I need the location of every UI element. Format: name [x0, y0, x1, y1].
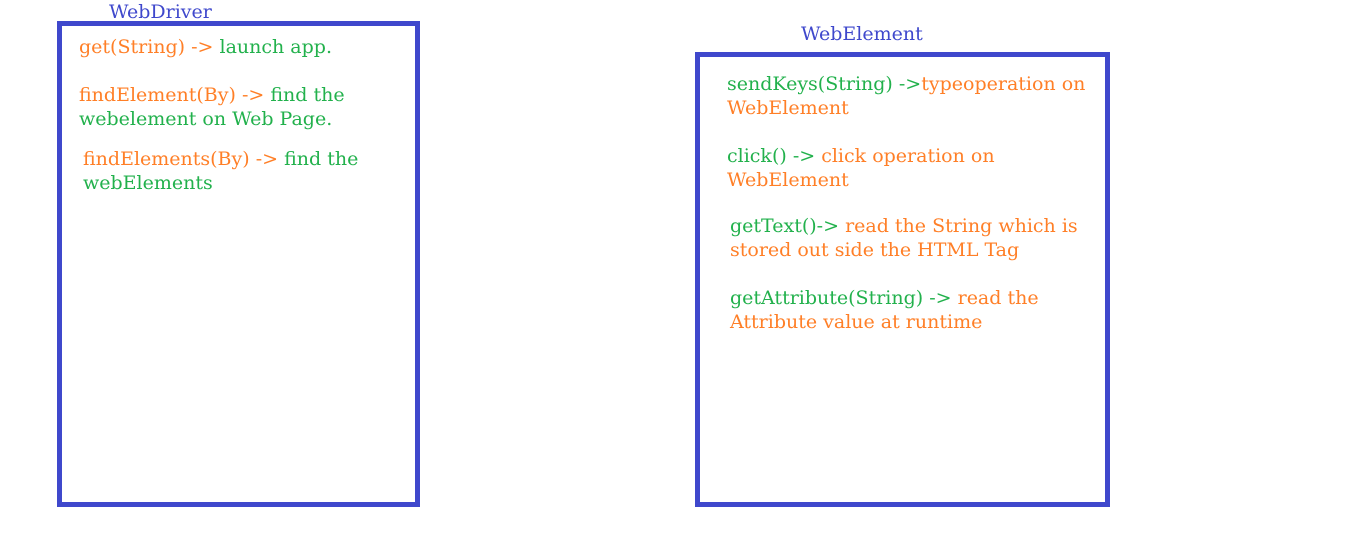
webdriver-title: WebDriver — [109, 1, 212, 23]
note-method: findElements(By) — [83, 148, 250, 170]
note-method: getText() — [730, 215, 817, 237]
note-arrow: -> — [923, 287, 958, 309]
note-description-continued: WebElement — [727, 169, 849, 191]
note-description: click operation on — [821, 145, 995, 167]
note-description: find the — [270, 84, 345, 106]
note-description-continued: Attribute value at runtime — [730, 311, 983, 333]
note-arrow: -> — [235, 84, 271, 106]
webdriver-note-findelement: findElement(By) -> find the webelement o… — [79, 83, 345, 131]
note-method: click() — [727, 145, 787, 167]
note-arrow: -> — [249, 148, 285, 170]
note-description-continued: WebElement — [727, 97, 849, 119]
note-description: find the — [284, 148, 359, 170]
webdriver-note-get: get(String) -> launch app. — [79, 35, 332, 59]
note-description-continued: stored out side the HTML Tag — [730, 239, 1020, 261]
webelement-note-getattribute: getAttribute(String) -> read the Attribu… — [730, 286, 1039, 334]
note-method: getAttribute(String) — [730, 287, 924, 309]
note-arrow: -> — [816, 215, 846, 237]
note-description-continued: webElements — [83, 172, 213, 194]
webelement-note-sendkeys: sendKeys(String) ->typeoperation on WebE… — [727, 72, 1085, 120]
note-arrow: -> — [892, 73, 922, 95]
note-method: sendKeys(String) — [727, 73, 893, 95]
note-method: get(String) — [79, 36, 186, 58]
note-description: launch app. — [219, 36, 333, 58]
webelement-note-click: click() -> click operation on WebElement — [727, 144, 995, 192]
note-description: typeoperation on — [921, 73, 1086, 95]
note-description-continued: webelement on Web Page. — [79, 108, 333, 130]
note-method: findElement(By) — [79, 84, 236, 106]
note-description: read the — [957, 287, 1039, 309]
webelement-box — [695, 52, 1110, 507]
note-arrow: -> — [185, 36, 220, 58]
webelement-note-gettext: getText()-> read the String which is sto… — [730, 214, 1078, 262]
note-description: read the String which is — [845, 215, 1078, 237]
webdriver-note-findelements: findElements(By) -> find the webElements — [83, 147, 358, 195]
note-arrow: -> — [786, 145, 822, 167]
webelement-title: WebElement — [801, 23, 923, 45]
